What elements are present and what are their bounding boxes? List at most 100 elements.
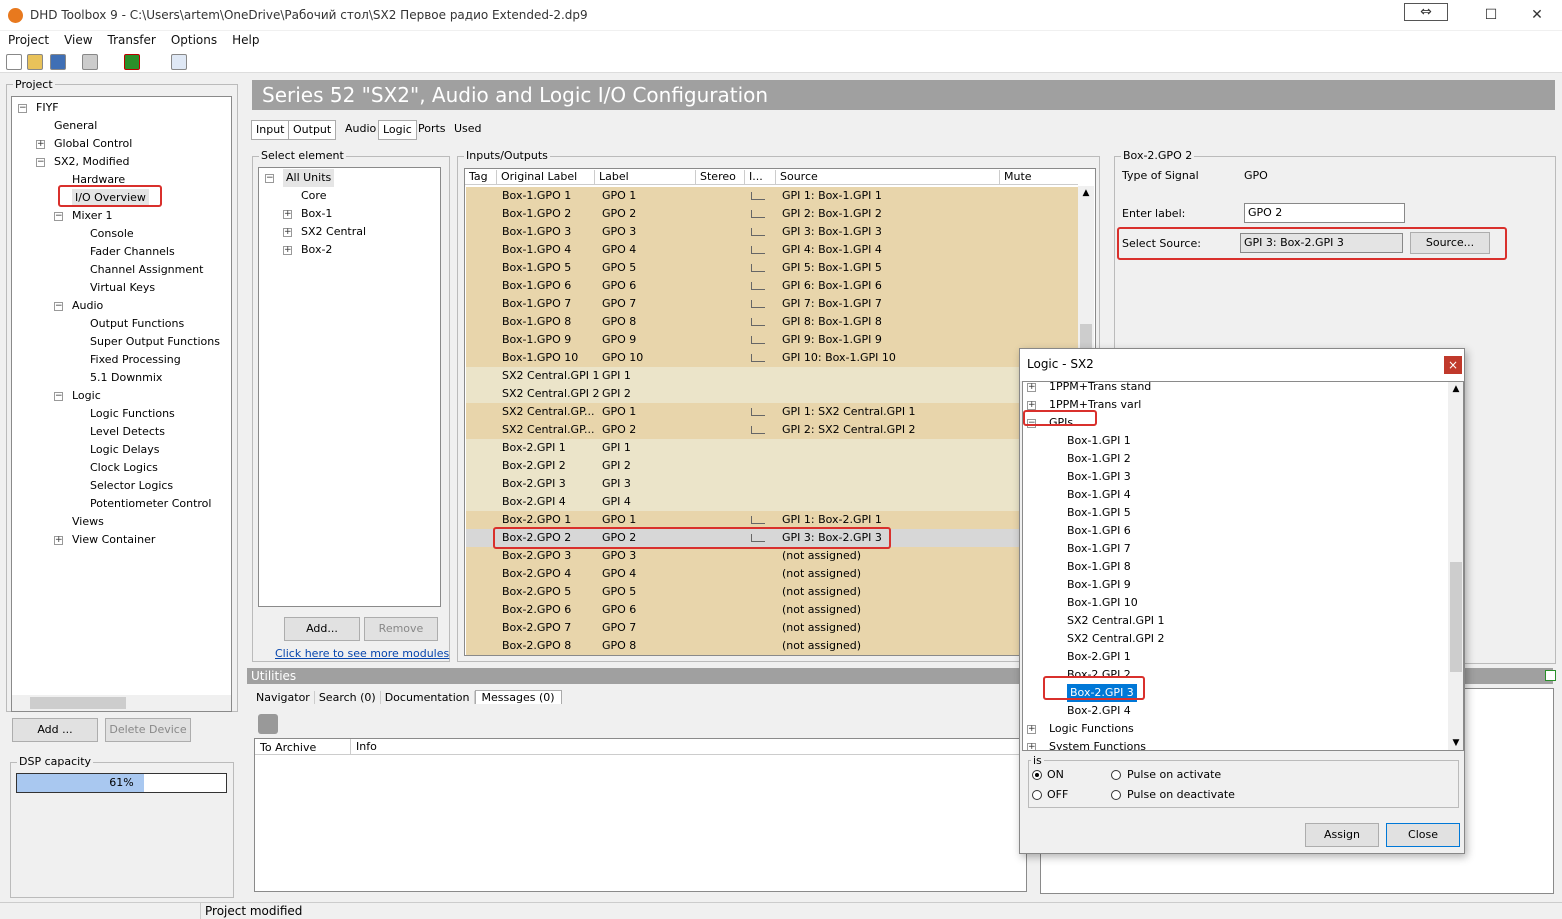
tab-output[interactable]: Output	[288, 120, 337, 140]
pulse-deactivate-radio[interactable]	[1111, 790, 1121, 800]
table-row[interactable]: Box-2.GPI 3 GPI 3	[466, 475, 1078, 493]
menu-view[interactable]: View	[56, 31, 99, 47]
maximize-button[interactable]: ☐	[1468, 4, 1514, 26]
tree-item-selector-logics[interactable]: Selector Logics	[90, 477, 173, 495]
column-stereo[interactable]: Stereo	[695, 170, 744, 185]
scrollbar-thumb[interactable]	[1450, 562, 1462, 672]
tab-input[interactable]: Input	[251, 120, 290, 140]
source-item-sx2-central-gpi-2[interactable]: SX2 Central.GPI 2	[1067, 630, 1164, 648]
tab-navigator[interactable]: Navigator	[252, 691, 315, 704]
source-item-box-1-gpi-8[interactable]: Box-1.GPI 8	[1067, 558, 1131, 576]
table-row[interactable]: SX2 Central.GP... GPO 1 GPI 1: SX2 Central…	[466, 403, 1078, 421]
column-original-label[interactable]: Original Label	[496, 170, 594, 185]
table-row[interactable]: Box-1.GPO 5 GPO 5 GPI 5: Box-1.GPI 5	[466, 259, 1078, 277]
collapse-icon[interactable]: −	[265, 174, 274, 183]
tree-item-view-container[interactable]: View Container	[72, 531, 155, 549]
utilities-toggle-icon[interactable]	[1545, 670, 1556, 681]
table-row[interactable]: Box-1.GPO 1 GPO 1 GPI 1: Box-1.GPI 1	[466, 187, 1078, 205]
horizontal-scrollbar[interactable]	[12, 695, 231, 711]
dialog-close-button[interactable]: Close	[1386, 823, 1460, 847]
open-folder-icon[interactable]	[27, 54, 43, 70]
table-row[interactable]: Box-2.GPI 2 GPI 2	[466, 457, 1078, 475]
dialog-close-icon[interactable]: ×	[1444, 356, 1462, 374]
tree-item-fiyf[interactable]: FIYF	[36, 99, 59, 117]
column-tag[interactable]: Tag	[465, 170, 496, 185]
expand-icon[interactable]: +	[283, 246, 292, 255]
collapse-icon[interactable]: −	[18, 104, 27, 113]
tree-item-audio[interactable]: Audio	[72, 297, 103, 315]
table-row[interactable]: Box-2.GPO 6 GPO 6 (not assigned)	[466, 601, 1078, 619]
element-item-box-1[interactable]: Box-1	[301, 205, 332, 223]
source-item-box-1-gpi-1[interactable]: Box-1.GPI 1	[1067, 432, 1131, 450]
source-item-box-1-gpi-7[interactable]: Box-1.GPI 7	[1067, 540, 1131, 558]
expand-icon[interactable]: +	[1027, 401, 1036, 410]
restore-icon[interactable]: ⇔	[1404, 3, 1448, 21]
expand-icon[interactable]: +	[54, 536, 63, 545]
tree-item-console[interactable]: Console	[90, 225, 134, 243]
tab-documentation[interactable]: Documentation	[380, 691, 475, 704]
tree-item-logic-delays[interactable]: Logic Delays	[90, 441, 160, 459]
element-tree[interactable]: − All Units Core + Box-1 + SX2 Central + Box-2	[258, 167, 441, 607]
more-modules-link[interactable]: Click here to see more modules	[275, 647, 449, 660]
column-info[interactable]: Info	[350, 739, 377, 755]
collapse-icon[interactable]: −	[36, 158, 45, 167]
table-row[interactable]: Box-2.GPO 8 GPO 8 (not assigned)	[466, 637, 1078, 655]
expand-icon[interactable]: +	[1027, 743, 1036, 750]
source-item-box-1-gpi-9[interactable]: Box-1.GPI 9	[1067, 576, 1131, 594]
table-row[interactable]: Box-2.GPO 5 GPO 5 (not assigned)	[466, 583, 1078, 601]
source-item-system-functions[interactable]: System Functions	[1049, 738, 1146, 750]
menu-project[interactable]: Project	[0, 31, 56, 47]
tab-used[interactable]: Used	[450, 120, 486, 140]
table-row[interactable]: SX2 Central.GPI 2 GPI 2	[466, 385, 1078, 403]
element-item-all-units[interactable]: All Units	[283, 169, 335, 187]
collapse-icon[interactable]: −	[54, 392, 63, 401]
tree-item-fixed-processing[interactable]: Fixed Processing	[90, 351, 181, 369]
column-to-archive[interactable]: To Archive	[260, 741, 316, 754]
view-icon[interactable]	[171, 54, 187, 70]
expand-icon[interactable]: +	[36, 140, 45, 149]
tree-item-clock-logics[interactable]: Clock Logics	[90, 459, 158, 477]
on-radio[interactable]	[1032, 770, 1042, 780]
table-row[interactable]: Box-1.GPO 10 GPO 10 GPI 10: Box-1.GPI 10	[466, 349, 1078, 367]
source-item-box-1-gpi-6[interactable]: Box-1.GPI 6	[1067, 522, 1131, 540]
tree-item-general[interactable]: General	[54, 117, 97, 135]
source-item-box-1-gpi-5[interactable]: Box-1.GPI 5	[1067, 504, 1131, 522]
new-file-icon[interactable]	[6, 54, 22, 70]
column-label[interactable]: Label	[594, 170, 695, 185]
tree-item-sx2-modified[interactable]: SX2, Modified	[54, 153, 129, 171]
scroll-up-icon[interactable]: ▲	[1448, 384, 1463, 394]
tree-item-logic-functions[interactable]: Logic Functions	[90, 405, 175, 423]
table-row[interactable]: Box-2.GPO 3 GPO 3 (not assigned)	[466, 547, 1078, 565]
tree-item-potentiometer-control[interactable]: Potentiometer Control	[90, 495, 211, 513]
collapse-icon[interactable]: −	[54, 212, 63, 221]
archive-icon[interactable]	[258, 714, 278, 734]
tab-messages[interactable]: Messages (0)	[474, 690, 562, 704]
table-row[interactable]: SX2 Central.GPI 1 GPI 1	[466, 367, 1078, 385]
scroll-up-icon[interactable]: ▲	[1078, 188, 1094, 198]
source-item-1ppm-trans-stand[interactable]: 1PPM+Trans stand	[1049, 382, 1151, 396]
source-item-box-1-gpi-3[interactable]: Box-1.GPI 3	[1067, 468, 1131, 486]
delete-device-button[interactable]: Delete Device	[105, 718, 191, 742]
source-item-box-2-gpi-1[interactable]: Box-2.GPI 1	[1067, 648, 1131, 666]
source-item-box-1-gpi-4[interactable]: Box-1.GPI 4	[1067, 486, 1131, 504]
expand-icon[interactable]: +	[1027, 725, 1036, 734]
source-item-sx2-central-gpi-1[interactable]: SX2 Central.GPI 1	[1067, 612, 1164, 630]
print-icon[interactable]	[82, 54, 98, 70]
save-icon[interactable]	[50, 54, 66, 70]
table-row[interactable]: Box-1.GPO 9 GPO 9 GPI 9: Box-1.GPI 9	[466, 331, 1078, 349]
table-row[interactable]: Box-1.GPO 7 GPO 7 GPI 7: Box-1.GPI 7	[466, 295, 1078, 313]
column-mute[interactable]: Mute	[999, 170, 1078, 185]
source-item-box-2-gpi-4[interactable]: Box-2.GPI 4	[1067, 702, 1131, 720]
tree-item-super-output-functions[interactable]: Super Output Functions	[90, 333, 220, 351]
source-item-box-1-gpi-2[interactable]: Box-1.GPI 2	[1067, 450, 1131, 468]
table-row[interactable]: Box-1.GPO 8 GPO 8 GPI 8: Box-1.GPI 8	[466, 313, 1078, 331]
element-item-sx2-central[interactable]: SX2 Central	[301, 223, 366, 241]
collapse-icon[interactable]: −	[54, 302, 63, 311]
menu-help[interactable]: Help	[224, 31, 266, 47]
tree-item-mixer-1[interactable]: Mixer 1	[72, 207, 113, 225]
transfer-icon[interactable]	[124, 54, 140, 70]
column-i[interactable]: I...	[744, 170, 775, 185]
table-row[interactable]: Box-1.GPO 6 GPO 6 GPI 6: Box-1.GPI 6	[466, 277, 1078, 295]
scroll-down-icon[interactable]: ▼	[1448, 738, 1463, 748]
table-row[interactable]: Box-2.GPO 4 GPO 4 (not assigned)	[466, 565, 1078, 583]
